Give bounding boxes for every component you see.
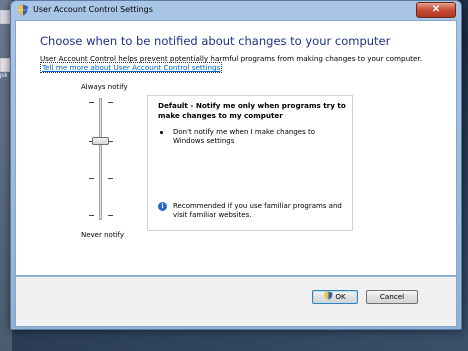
bullet-icon <box>160 131 163 134</box>
button-bar: OK Cancel <box>15 277 457 327</box>
slider-tick <box>89 215 94 216</box>
slider-tick <box>108 215 113 216</box>
desktop-icon-label: pik <box>0 73 8 79</box>
cancel-button[interactable]: Cancel <box>366 290 418 304</box>
learn-more-link[interactable]: Tell me more about User Account Control … <box>40 62 223 73</box>
page-heading: Choose when to be notified about changes… <box>40 34 391 48</box>
info-icon: i <box>158 202 167 211</box>
shield-icon <box>324 291 333 300</box>
slider-thumb[interactable] <box>92 137 109 145</box>
title-bar[interactable]: User Account Control Settings ✕ <box>11 1 461 19</box>
uac-shield-icon <box>18 4 28 16</box>
notification-level-slider[interactable] <box>86 98 116 220</box>
slider-tick <box>108 102 113 103</box>
slider-bottom-label: Never notify <box>81 231 124 239</box>
slider-track[interactable] <box>99 98 102 220</box>
setting-description-box: Default - Notify me only when programs t… <box>147 95 353 231</box>
content-panel: Choose when to be notified about changes… <box>15 20 457 276</box>
window-title: User Account Control Settings <box>33 5 153 14</box>
slider-tick <box>108 178 113 179</box>
ok-label: OK <box>335 292 346 301</box>
setting-title: Default - Notify me only when programs t… <box>158 101 346 120</box>
slider-top-label: Always notify <box>81 83 128 91</box>
slider-tick <box>89 102 94 103</box>
ok-button[interactable]: OK <box>312 290 358 304</box>
setting-bullet: Don't notify me when I make changes to W… <box>173 128 315 145</box>
uac-settings-window: User Account Control Settings ✕ Choose w… <box>10 0 462 330</box>
recommendation-text: Recommended if you use familiar programs… <box>173 202 342 219</box>
close-button[interactable]: ✕ <box>416 2 456 18</box>
slider-tick <box>89 178 94 179</box>
